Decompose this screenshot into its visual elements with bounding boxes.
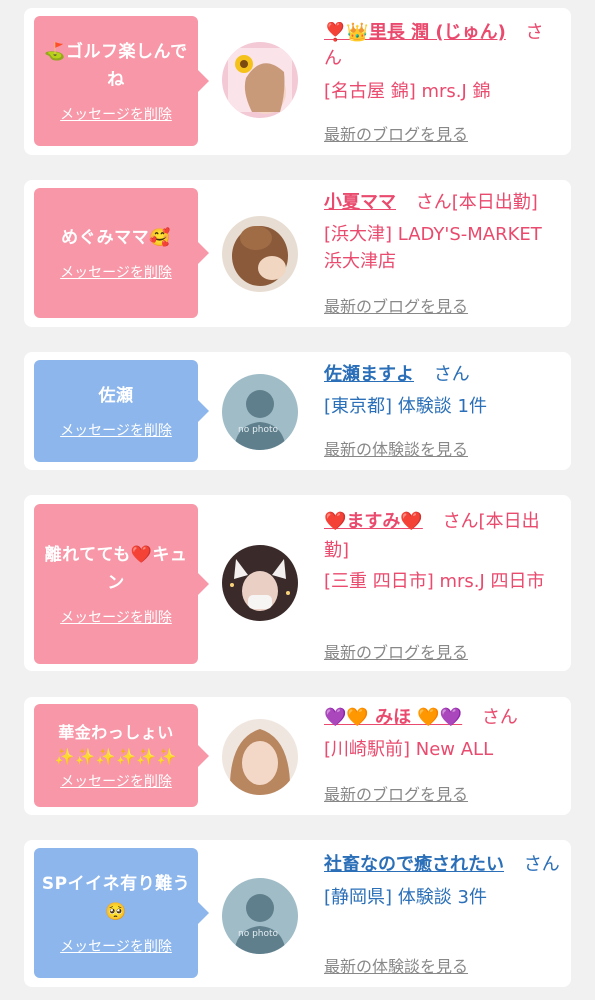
user-detail: [名古屋 錦] mrs.J 錦 [324,81,491,102]
user-detail: [川崎駅前] New ALL [324,739,494,760]
latest-review-link[interactable]: 最新の体験談を見る [324,436,468,460]
bubble-message-text: SPイイネ有り難う🥺 [41,874,191,922]
user-detail: [静岡県] 体験談 3件 [324,887,487,908]
avatar[interactable] [222,719,298,795]
no-photo-text: no photo [238,425,279,435]
bubble-message-text: 離れてても❤️キュン [44,545,188,593]
latest-blog-link[interactable]: 最新のブログを見る [324,639,468,663]
message-card: ⛳ゴルフ楽しんでね メッセージを削除 ❣️👑里長 潤 (じゅん) さん [名古屋… [24,8,571,155]
user-info: 社畜なので癒されたい さん [静岡県] 体験談 3件 [324,852,564,911]
user-name-link[interactable]: 社畜なので癒されたい [324,854,504,875]
honorific: さん[本日出勤] [415,192,538,213]
message-bubble: ⛳ゴルフ楽しんでね メッセージを削除 [34,16,209,146]
name-line: ❤️ますみ❤️ さん[本日出勤] [324,507,559,565]
message-card: 離れてても❤️キュン メッセージを削除 ❤️ますみ❤️ さん[本日出勤] [三重… [24,495,571,671]
user-name-link[interactable]: 💜🧡 みほ 🧡💜 [324,707,462,728]
delete-message-link[interactable]: メッセージを削除 [60,262,172,282]
bubble-message-text: ⛳ゴルフ楽しんでね [44,42,188,90]
bubble-message-text: 佐瀬 [98,386,134,406]
latest-review-link[interactable]: 最新の体験談を見る [324,953,468,977]
latest-blog-link[interactable]: 最新のブログを見る [324,781,468,805]
message-bubble: 佐瀬 メッセージを削除 [34,360,209,462]
user-info: ❤️ますみ❤️ さん[本日出勤] [三重 四日市] mrs.J 四日市 [324,507,559,596]
user-detail: [東京都] 体験談 1件 [324,396,487,417]
avatar[interactable]: no photo [222,374,298,450]
honorific: さん [481,707,518,728]
latest-blog-link[interactable]: 最新のブログを見る [324,293,468,317]
bubble-message-text: 華金わっしょい✨✨✨✨✨✨ [54,722,178,766]
user-info: 💜🧡 みほ 🧡💜 さん [川崎駅前] New ALL [324,705,557,763]
message-card: めぐみママ🥰 メッセージを削除 小夏ママ さん[本日出勤] [浜大津] LADY… [24,180,571,327]
latest-blog-link[interactable]: 最新のブログを見る [324,121,468,145]
user-name-link[interactable]: ❣️👑里長 潤 (じゅん) [324,22,506,43]
user-detail: [浜大津] LADY'S-MARKET 浜大津店 [324,224,542,272]
message-bubble: めぐみママ🥰 メッセージを削除 [34,188,209,318]
name-line: ❣️👑里長 潤 (じゅん) さん [324,20,557,72]
message-card: 佐瀬 メッセージを削除 no photo 佐瀬ますよ さん [東京都] 体験談 … [24,352,571,470]
bubble-message-text: めぐみママ🥰 [61,228,171,248]
message-bubble: SPイイネ有り難う🥺 メッセージを削除 [34,848,209,978]
message-bubble: 離れてても❤️キュン メッセージを削除 [34,504,209,664]
hair-photo-icon [222,216,298,292]
honorific: さん [433,364,470,385]
sunflower-photo-icon [222,42,298,118]
name-line: 社畜なので癒されたい さん [324,852,564,878]
name-line: 佐瀬ますよ さん [324,362,557,388]
no-photo-text: no photo [238,929,279,939]
user-name-link[interactable]: 小夏ママ [324,192,396,213]
portrait-photo-icon [222,719,298,795]
message-list: ⛳ゴルフ楽しんでね メッセージを削除 ❣️👑里長 潤 (じゅん) さん [名古屋… [0,0,595,1000]
user-info: 小夏ママ さん[本日出勤] [浜大津] LADY'S-MARKET 浜大津店 [324,190,559,275]
avatar[interactable] [222,216,298,292]
user-info: 佐瀬ますよ さん [東京都] 体験談 1件 [324,362,557,420]
delete-message-link[interactable]: メッセージを削除 [60,420,172,440]
delete-message-link[interactable]: メッセージを削除 [60,104,172,124]
user-detail: [三重 四日市] mrs.J 四日市 [324,571,545,592]
delete-message-link[interactable]: メッセージを削除 [60,771,172,791]
message-card: SPイイネ有り難う🥺 メッセージを削除 no photo 社畜なので癒されたい … [24,840,571,987]
avatar[interactable]: no photo [222,878,298,954]
avatar[interactable] [222,545,298,621]
cat-ears-photo-icon [222,545,298,621]
user-info: ❣️👑里長 潤 (じゅん) さん [名古屋 錦] mrs.J 錦 [324,20,557,105]
no-photo-icon: no photo [222,878,298,954]
user-name-link[interactable]: ❤️ますみ❤️ [324,511,423,532]
name-line: 小夏ママ さん[本日出勤] [324,190,559,216]
message-card: 華金わっしょい✨✨✨✨✨✨ メッセージを削除 💜🧡 みほ 🧡💜 さん [川崎駅前… [24,697,571,815]
delete-message-link[interactable]: メッセージを削除 [60,936,172,956]
user-name-link[interactable]: 佐瀬ますよ [324,364,414,385]
delete-message-link[interactable]: メッセージを削除 [60,607,172,627]
message-bubble: 華金わっしょい✨✨✨✨✨✨ メッセージを削除 [34,704,209,807]
avatar[interactable] [222,42,298,118]
no-photo-icon: no photo [222,374,298,450]
name-line: 💜🧡 みほ 🧡💜 さん [324,705,557,731]
honorific: さん [523,854,560,875]
